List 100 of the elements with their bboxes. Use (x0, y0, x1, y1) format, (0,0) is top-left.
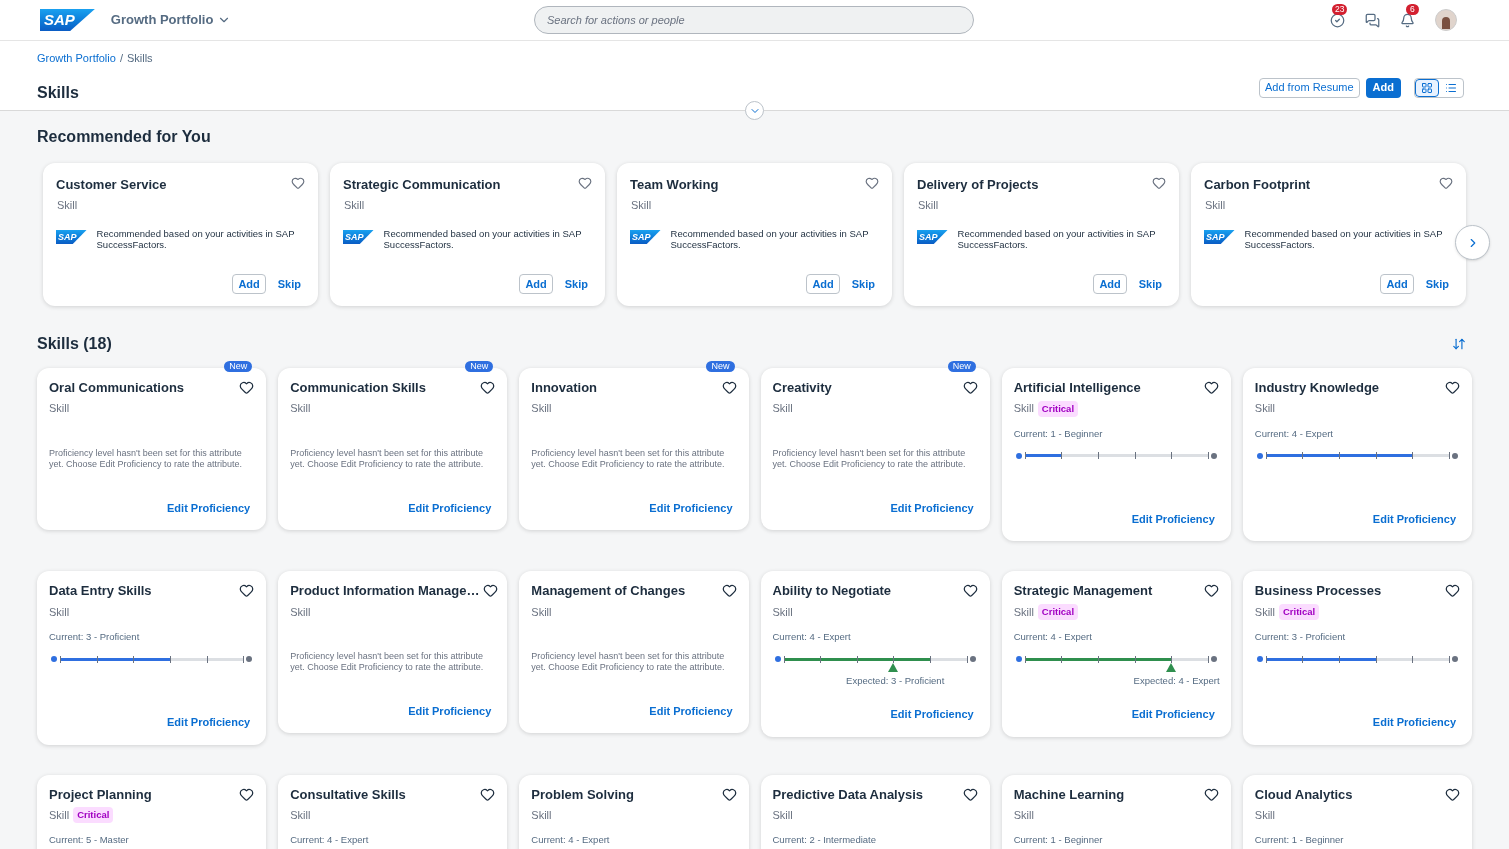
grid-view-toggle[interactable] (1415, 78, 1439, 97)
new-badge: New (224, 361, 253, 372)
skill-type: Skill (772, 604, 793, 620)
skill-card[interactable]: Ability to Negotiate Skill Current: 4 - Expert Expected: 3 - Proficient Edit Proficiency (760, 571, 990, 737)
skip-button[interactable]: Skip (1425, 275, 1449, 293)
skill-card[interactable]: Machine Learning Skill Current: 1 - Beginner (1001, 774, 1231, 849)
favorite-icon[interactable] (721, 583, 737, 599)
edit-proficiency-link[interactable]: Edit Proficiency (649, 499, 733, 516)
skill-type: Skill (772, 807, 793, 823)
recommendation-card[interactable]: Strategic Communication Skill SAP Recommended based on your activities in SAP SuccessFactors. Add Skip (330, 163, 605, 306)
favorite-icon[interactable] (239, 583, 255, 599)
favorite-icon[interactable] (1445, 380, 1460, 395)
favorite-icon[interactable] (962, 380, 978, 395)
edit-proficiency-link[interactable]: Edit Proficiency (1372, 510, 1456, 528)
favorite-icon[interactable] (721, 786, 737, 802)
skill-type: Skill (531, 807, 552, 823)
add-button[interactable]: Add (806, 274, 840, 294)
skill-card[interactable]: Product Information Manage… Skill Proficiency level hasn't been set for this attribute yet. Choose Edit Proficiency to rate the attribute. Edit Proficiency (278, 571, 508, 734)
proficiency-note: Proficiency level hasn't been set for this attribute yet. Choose Edit Proficiency to rate the attribute. (290, 447, 485, 470)
edit-proficiency-link[interactable]: Edit Proficiency (1372, 714, 1456, 731)
skill-card[interactable]: Artificial Intelligence Skill Critical Current: 1 - Beginner Edit Proficiency (1001, 368, 1231, 542)
recommendation-card[interactable]: Customer Service Skill SAP Recommended based on your activities in SAP SuccessFactors. Add Skip (43, 163, 318, 306)
expected-label: Expected: 4 - Expert (1133, 674, 1220, 688)
current-level: Current: 4 - Expert (1254, 426, 1334, 441)
new-badge: New (947, 361, 976, 372)
recommendation-note: Recommended based on your activities in SAP SuccessFactors. (96, 228, 296, 250)
sap-logo: SAP (917, 230, 948, 244)
skill-card[interactable]: Strategic Management Skill Critical Current: 4 - Expert Expected: 4 - Expert Edit Proficiency (1001, 571, 1231, 737)
skill-card[interactable]: Predictive Data Analysis Skill Current: 2 - Intermediate (760, 774, 990, 849)
app-title-menu[interactable]: Growth Portfolio (110, 10, 232, 30)
edit-proficiency-link[interactable]: Edit Proficiency (890, 706, 974, 723)
favorite-icon[interactable] (1203, 786, 1219, 802)
search-field[interactable]: Search for actions or people (534, 6, 974, 34)
skill-title: Customer Service (56, 176, 167, 194)
skip-button[interactable]: Skip (564, 275, 588, 293)
critical-tag: Critical (1037, 603, 1079, 620)
skill-card[interactable]: Creativity Skill Proficiency level hasn't been set for this attribute yet. Choose Edit Proficiency to rate the attribute. Edit Proficiency (760, 368, 990, 530)
favorite-icon[interactable] (483, 583, 499, 599)
favorite-icon[interactable] (239, 786, 255, 802)
skill-card[interactable]: Innovation Skill Proficiency level hasn't been set for this attribute yet. Choose Edit Proficiency to rate the attribute. Edit Proficiency (519, 368, 749, 530)
add-from-resume-button[interactable]: Add from Resume (1258, 77, 1360, 98)
favorite-icon[interactable] (1203, 583, 1219, 599)
skill-card[interactable]: Communication Skills Skill Proficiency level hasn't been set for this attribute yet. Choose Edit Proficiency to rate the attribute. Edit Proficiency (278, 368, 508, 530)
recommendation-card[interactable]: Carbon Footprint Skill SAP Recommended based on your activities in SAP SuccessFactors. Add Skip (1191, 163, 1466, 306)
skill-title: Cloud Analytics (1254, 785, 1353, 804)
skill-title: Strategic Communication (343, 176, 501, 194)
favorite-icon[interactable] (1445, 583, 1460, 599)
edit-proficiency-link[interactable]: Edit Proficiency (1131, 510, 1215, 528)
breadcrumb-link[interactable]: Growth Portfolio (37, 50, 116, 67)
edit-proficiency-link[interactable]: Edit Proficiency (408, 702, 492, 720)
skill-card[interactable]: Project Planning Skill Critical Current: 5 - Master (37, 774, 267, 849)
add-button[interactable]: Add (232, 274, 266, 294)
skip-button[interactable]: Skip (277, 275, 301, 293)
edit-proficiency-link[interactable]: Edit Proficiency (890, 499, 974, 516)
edit-proficiency-link[interactable]: Edit Proficiency (167, 714, 251, 731)
current-level: Current: 3 - Proficient (49, 629, 141, 644)
notifications-icon[interactable] (1400, 12, 1415, 28)
skill-card[interactable]: Data Entry Skills Skill Current: 3 - Proficient Edit Proficiency (37, 571, 267, 745)
edit-proficiency-link[interactable]: Edit Proficiency (1131, 706, 1215, 723)
edit-proficiency-link[interactable]: Edit Proficiency (167, 499, 251, 516)
chat-icon[interactable] (1365, 12, 1380, 28)
favorite-icon[interactable] (962, 786, 978, 802)
skill-title: Delivery of Projects (917, 176, 1039, 194)
skill-type: Skill (1013, 807, 1034, 823)
favorite-icon[interactable] (480, 380, 496, 395)
edit-proficiency-link[interactable]: Edit Proficiency (649, 702, 733, 720)
favorite-icon[interactable] (239, 380, 255, 395)
skill-card[interactable]: Problem Solving Skill Current: 4 - Expert (519, 774, 749, 849)
current-level: Current: 4 - Expert (1013, 629, 1093, 644)
recommendation-card[interactable]: Delivery of Projects Skill SAP Recommended based on your activities in SAP SuccessFactors. Add Skip (904, 163, 1179, 306)
add-button[interactable]: Add (519, 274, 553, 294)
skill-type: Skill (531, 604, 552, 620)
sort-icon[interactable] (1452, 337, 1466, 351)
tasks-icon[interactable] (1330, 12, 1345, 28)
recommendation-note: Recommended based on your activities in SAP SuccessFactors. (670, 228, 870, 250)
skill-card[interactable]: Consultative Skills Skill Current: 4 - Expert (278, 774, 508, 849)
skill-card[interactable]: Industry Knowledge Skill Current: 4 - Expert Edit Proficiency (1242, 368, 1472, 542)
avatar[interactable] (1435, 9, 1457, 31)
proficiency-note: Proficiency level hasn't been set for this attribute yet. Choose Edit Proficiency to rate the attribute. (772, 447, 967, 470)
favorite-icon[interactable] (962, 583, 978, 599)
skip-button[interactable]: Skip (1138, 275, 1162, 293)
favorite-icon[interactable] (480, 786, 496, 802)
skill-card[interactable]: Management of Changes Skill Proficiency level hasn't been set for this attribute yet. Choose Edit Proficiency to rate the attribute. Edit Proficiency (519, 571, 749, 734)
favorite-icon[interactable] (1203, 380, 1219, 395)
skill-card[interactable]: Business Processes Skill Critical Current: 3 - Proficient Edit Proficiency (1242, 571, 1472, 745)
add-button[interactable]: Add (1380, 274, 1414, 294)
add-button[interactable]: Add (1365, 77, 1401, 98)
skill-title: Predictive Data Analysis (772, 785, 924, 804)
edit-proficiency-link[interactable]: Edit Proficiency (408, 499, 492, 516)
sap-logo: SAP (343, 230, 374, 244)
favorite-icon[interactable] (721, 380, 737, 395)
recommendation-card[interactable]: Team Working Skill SAP Recommended based on your activities in SAP SuccessFactors. Add Skip (617, 163, 892, 306)
favorite-icon[interactable] (1445, 786, 1460, 802)
skip-button[interactable]: Skip (851, 275, 875, 293)
skill-title: Problem Solving (531, 785, 634, 804)
add-button[interactable]: Add (1093, 274, 1127, 294)
skill-card[interactable]: Cloud Analytics Skill Current: 1 - Beginner (1242, 774, 1472, 849)
proficiency-note: Proficiency level hasn't been set for this attribute yet. Choose Edit Proficiency to rate the attribute. (531, 650, 726, 673)
current-level: Current: 1 - Beginner (1013, 426, 1104, 441)
skill-card[interactable]: Oral Communications Skill Proficiency level hasn't been set for this attribute yet. Choose Edit Proficiency to rate the attribute. Edit Proficiency (37, 368, 267, 530)
